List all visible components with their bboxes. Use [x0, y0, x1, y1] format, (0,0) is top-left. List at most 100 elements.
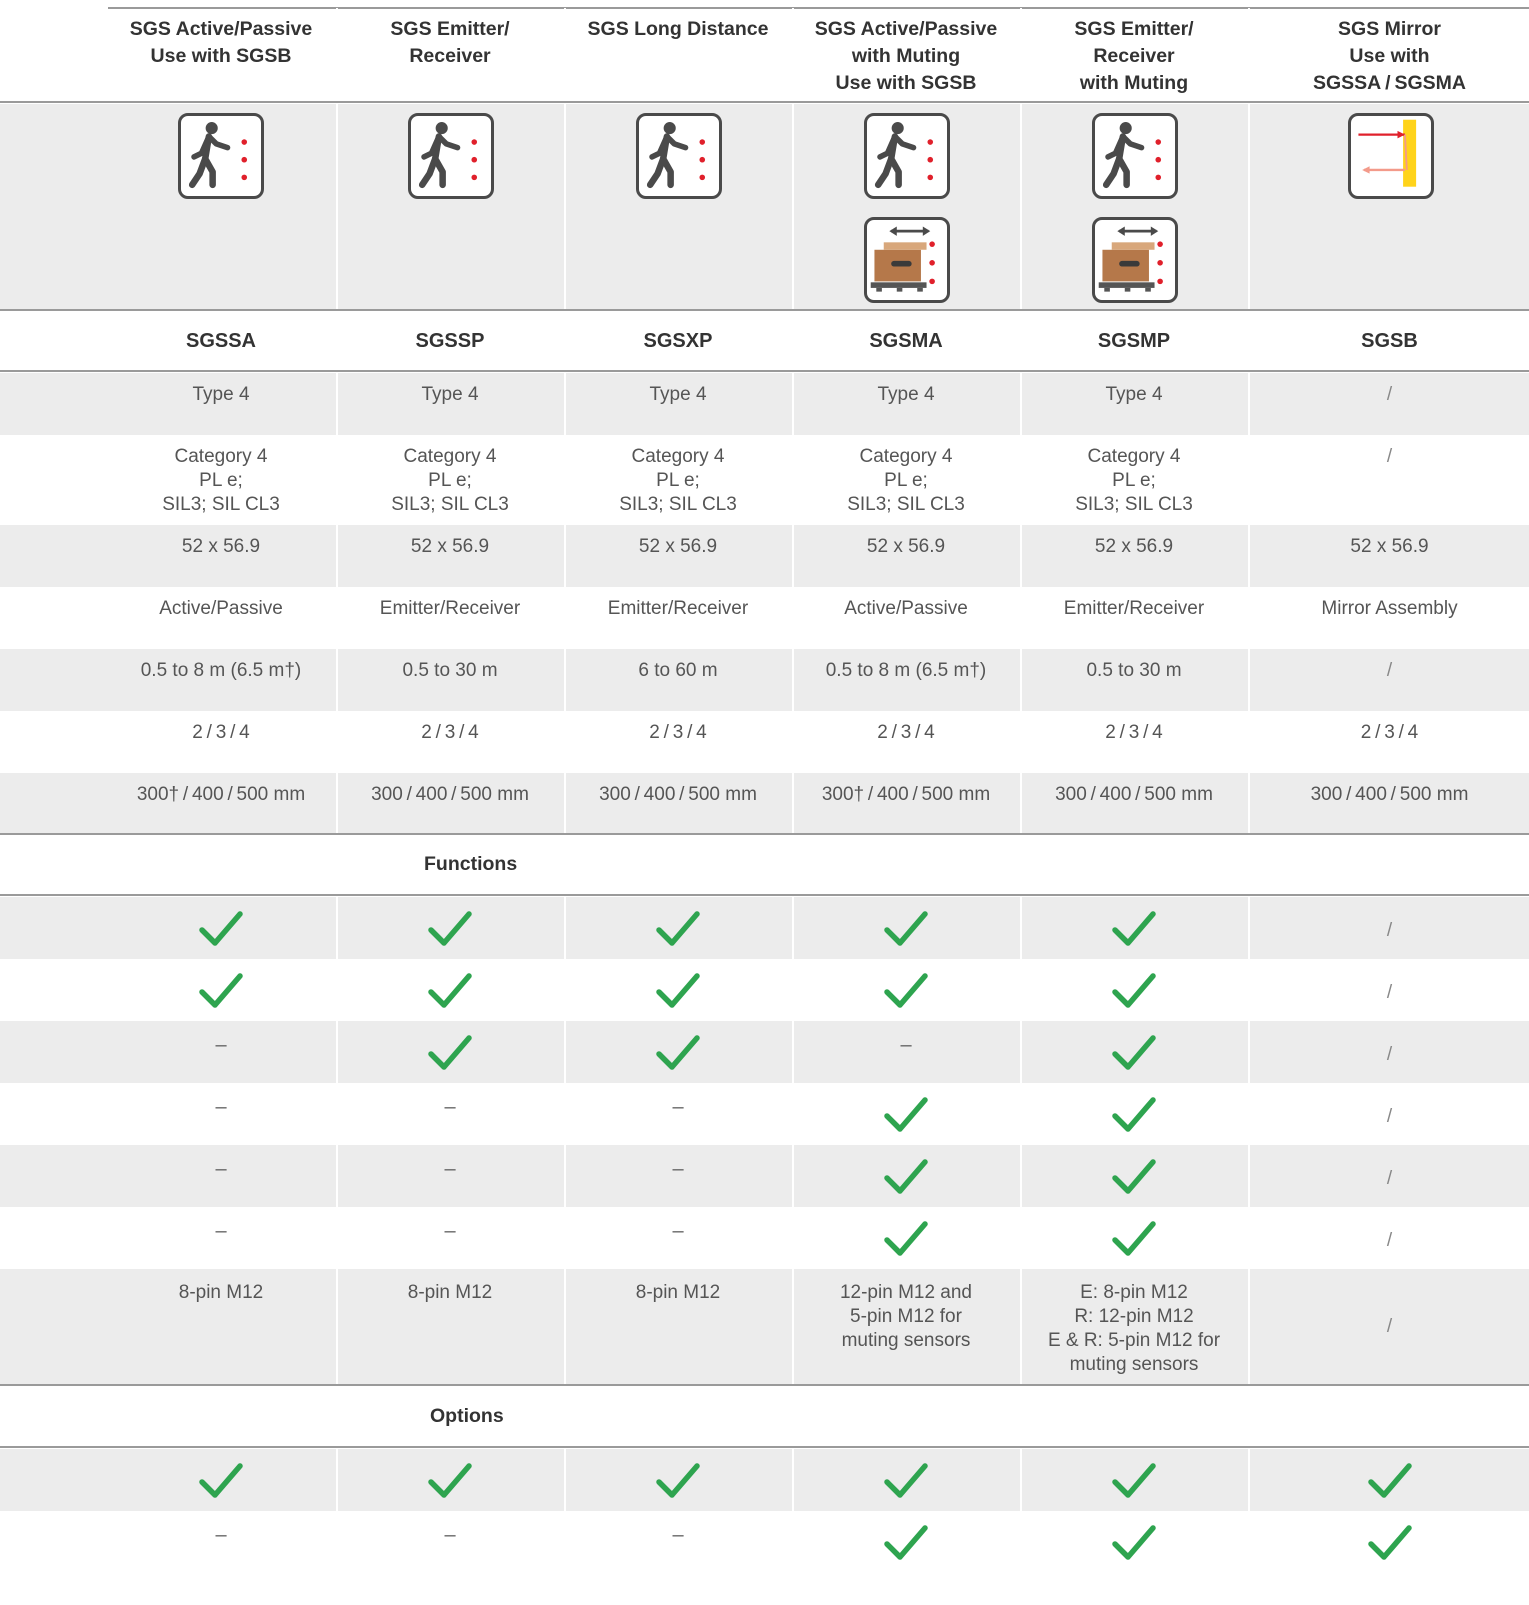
function-row: – – / [0, 1021, 1529, 1083]
model-name: SGSMA [792, 311, 1018, 370]
checkmark-icon [1112, 973, 1156, 1008]
spec-row: Active/Passive Emitter/Receiver Emitter/Re… [0, 587, 1529, 649]
spec-value: 300† / 400 / 500 mm [136, 784, 306, 805]
walking-person-icon [864, 113, 950, 199]
function-row: / [0, 897, 1529, 959]
not-applicable-cell: / [1248, 1269, 1529, 1384]
column-header: SGS Active/Passive Use with SGSB [129, 18, 313, 67]
checkmark-icon [199, 973, 243, 1008]
check-cell [336, 897, 562, 959]
check-cell [336, 1449, 562, 1511]
spec-row: 300† / 400 / 500 mm 300 / 400 / 500 mm 300… [0, 773, 1529, 835]
dash-cell: – [215, 1096, 227, 1118]
check-cell [564, 1449, 790, 1511]
spec-value: 52 x 56.9 [1020, 525, 1246, 587]
spec-value: Category 4 PL e; SIL3; SIL CL3 [162, 446, 280, 515]
section-title: Functions [424, 853, 518, 875]
walking-person-icon [636, 113, 722, 199]
value-cell: 8-pin M12 [564, 1269, 790, 1384]
checkmark-icon [1112, 1159, 1156, 1194]
checkmark-icon [884, 1221, 928, 1256]
spec-value: Type 4 [564, 373, 790, 435]
value-cell: 8-pin M12 [336, 1269, 562, 1384]
spec-row: 2 / 3 / 42 / 3 / 42 / 3 / 42 / 3 / 42 / … [0, 711, 1529, 773]
walking-person-icon [408, 113, 494, 199]
checkmark-icon [428, 911, 472, 946]
checkmark-icon [1112, 1097, 1156, 1132]
spec-value: 0.5 to 8 m (6.5 m†) [792, 649, 1018, 711]
box-on-pallet-icon [1092, 217, 1178, 303]
check-cell [108, 1449, 334, 1511]
icon-cell [564, 104, 790, 309]
dash-cell: – [215, 1220, 227, 1242]
checkmark-icon [884, 911, 928, 946]
check-cell [792, 1145, 1018, 1207]
check-cell [1248, 1449, 1529, 1511]
spec-value: Category 4 PL e; SIL3; SIL CL3 [1020, 435, 1246, 525]
spec-value: 300 / 400 / 500 mm [336, 773, 562, 833]
not-applicable-cell: / [1248, 897, 1529, 959]
icon-row [0, 104, 1529, 311]
spec-row: 52 x 56.9 52 x 56.9 52 x 56.9 52 x 56.9 52 x… [0, 525, 1529, 587]
checkmark-icon [1367, 1525, 1412, 1560]
spec-value: Active/Passive [159, 598, 283, 619]
spec-value: Category 4 PL e; SIL3; SIL CL3 [336, 435, 562, 525]
not-applicable-cell: / [1248, 1021, 1529, 1083]
section-title: Options [430, 1405, 504, 1427]
check-cell [336, 959, 562, 1021]
spec-value: 2 / 3 / 4 [792, 711, 1018, 773]
checkmark-icon [656, 911, 700, 946]
checkmark-icon [1112, 1463, 1156, 1498]
model-name: SGSMP [1020, 311, 1246, 370]
checkmark-icon [1112, 911, 1156, 946]
check-cell [792, 1511, 1018, 1573]
check-cell [1020, 1207, 1246, 1269]
spec-value: Type 4 [792, 373, 1018, 435]
dash-cell: – [215, 1158, 227, 1180]
spec-value: 2 / 3 / 4 [192, 722, 250, 743]
function-row: 8-pin M12 8-pin M12 8-pin M12 12-pin M12 an… [0, 1269, 1529, 1386]
dash-cell: – [215, 1034, 227, 1056]
spec-value: Category 4 PL e; SIL3; SIL CL3 [564, 435, 790, 525]
spec-value: Type 4 [1020, 373, 1246, 435]
check-cell [1020, 1449, 1246, 1511]
spec-value: 2 / 3 / 4 [336, 711, 562, 773]
function-row: – – – / [0, 1207, 1529, 1269]
spec-value: Category 4 PL e; SIL3; SIL CL3 [792, 435, 1018, 525]
value-cell: 12-pin M12 and 5-pin M12 for muting sensor… [792, 1269, 1018, 1384]
not-applicable-cell: / [1248, 1083, 1529, 1145]
model-name: SGSSP [336, 311, 562, 370]
checkmark-icon [884, 1097, 928, 1132]
spec-value: 0.5 to 30 m [1020, 649, 1246, 711]
spec-value: Type 4 [192, 384, 250, 405]
value-cell: E: 8-pin M12 R: 12-pin M12 E & R: 5-pin M1… [1020, 1269, 1246, 1384]
function-row: / [0, 959, 1529, 1021]
spec-value: Mirror Assembly [1248, 587, 1529, 649]
spec-value: 52 x 56.9 [564, 525, 790, 587]
not-applicable-cell: / [1248, 1145, 1529, 1207]
checkmark-icon [1367, 1463, 1412, 1498]
check-cell [792, 1083, 1018, 1145]
spec-row: Category 4 PL e; SIL3; SIL CL3 Category 4 PL… [0, 435, 1529, 525]
check-cell [1020, 1145, 1246, 1207]
spec-value: 300 / 400 / 500 mm [1020, 773, 1246, 833]
icon-cell [108, 104, 334, 309]
not-applicable-cell: / [1248, 649, 1529, 711]
checkmark-icon [1112, 1525, 1156, 1560]
icon-cell [1248, 104, 1529, 309]
checkmark-icon [884, 1159, 928, 1194]
check-cell [1020, 959, 1246, 1021]
check-cell [1020, 1083, 1246, 1145]
not-applicable-cell: / [1248, 435, 1529, 525]
spec-value: 2 / 3 / 4 [1020, 711, 1246, 773]
dash-cell: – [336, 1145, 562, 1207]
dash-cell: – [564, 1145, 790, 1207]
check-cell [564, 1021, 790, 1083]
check-cell [1020, 1511, 1246, 1573]
dash-cell: – [336, 1083, 562, 1145]
header-row: SGS Active/Passive Use with SGSB SGS Emitt… [0, 8, 1529, 103]
spec-value: Active/Passive [792, 587, 1018, 649]
option-row [0, 1449, 1529, 1511]
checkmark-icon [884, 1463, 928, 1498]
check-cell [792, 1449, 1018, 1511]
